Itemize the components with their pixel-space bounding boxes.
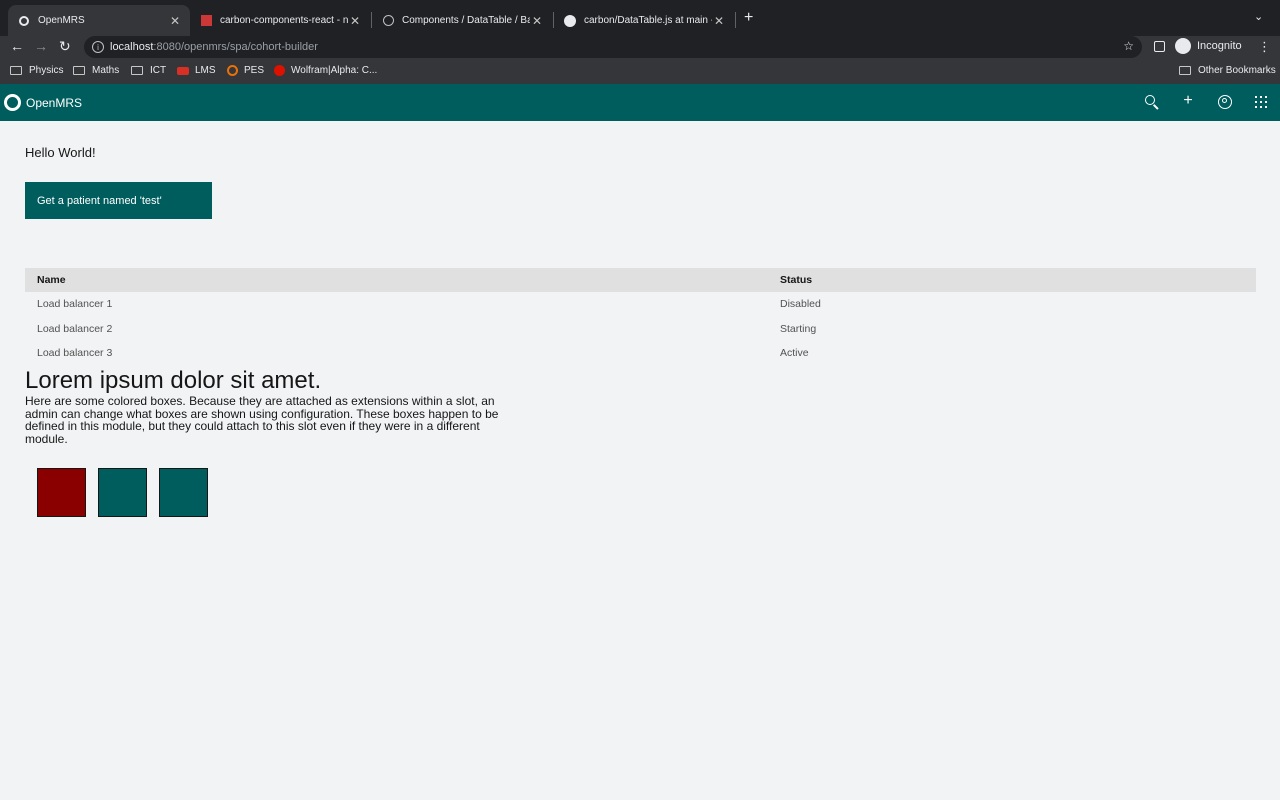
bookmark-physics[interactable]: Physics (10, 65, 63, 76)
lms-favicon-icon (177, 66, 189, 75)
tab-title: OpenMRS (38, 15, 85, 26)
incognito-profile-button[interactable]: Incognito (1175, 38, 1242, 54)
colored-box-teal (98, 468, 147, 517)
cell-status: Starting (780, 322, 817, 335)
github-favicon-icon (564, 14, 576, 27)
bookmark-label: Wolfram|Alpha: C... (291, 65, 378, 76)
search-icon[interactable] (1144, 94, 1160, 110)
pes-favicon-icon (227, 65, 238, 76)
table-row[interactable]: Load balancer 2 Starting (25, 317, 1256, 342)
bookmark-star-icon[interactable]: ☆ (1123, 39, 1134, 53)
bookmark-label: Maths (92, 65, 120, 76)
colored-box-red (37, 468, 86, 517)
folder-icon (73, 66, 85, 75)
folder-icon (1179, 66, 1191, 75)
table-row[interactable]: Load balancer 3 Active (25, 341, 1256, 366)
user-avatar-icon[interactable] (1217, 94, 1233, 110)
cell-status: Active (780, 347, 809, 360)
bookmark-label: Other Bookmarks (1198, 65, 1276, 76)
cell-name: Load balancer 1 (37, 298, 113, 311)
npm-favicon-icon (200, 15, 212, 27)
openmrs-favicon-icon (18, 15, 30, 27)
side-panel-icon[interactable] (1154, 41, 1165, 52)
close-icon[interactable]: ✕ (712, 14, 726, 28)
app-switcher-grid-icon[interactable] (1253, 94, 1269, 110)
address-bar[interactable]: i localhost:8080/openmrs/spa/cohort-buil… (84, 36, 1142, 58)
globe-favicon-icon (382, 15, 394, 27)
site-info-icon[interactable]: i (92, 41, 104, 53)
section-heading: Lorem ipsum dolor sit amet. (25, 367, 322, 394)
back-arrow-icon[interactable]: ← (10, 38, 24, 54)
profile-label: Incognito (1197, 40, 1242, 52)
bookmark-label: PES (244, 65, 265, 76)
browser-tab-strip: OpenMRS ✕ carbon-components-react - npm … (0, 0, 1280, 36)
bookmark-ict[interactable]: ICT (131, 65, 166, 76)
openmrs-logo[interactable]: OpenMRS (4, 94, 82, 111)
reload-icon[interactable]: ↻ (59, 38, 71, 55)
data-table: Name Status Load balancer 1 Disabled Loa… (25, 268, 1256, 366)
folder-icon (10, 66, 22, 75)
browser-menu-icon[interactable]: ⋮ (1258, 39, 1271, 55)
folder-icon (131, 66, 143, 75)
bookmarks-bar: Physics Maths ICT LMS PES Wolfram|Alpha:… (0, 60, 1280, 84)
column-header-status[interactable]: Status (768, 268, 1256, 292)
tab-divider (735, 12, 736, 28)
column-header-name[interactable]: Name (25, 268, 768, 292)
browser-toolbar: ← → ↻ i localhost:8080/openmrs/spa/cohor… (0, 36, 1280, 60)
close-icon[interactable]: ✕ (530, 14, 544, 28)
close-icon[interactable]: ✕ (168, 14, 182, 28)
forward-arrow-icon[interactable]: → (34, 38, 48, 54)
tab-title: carbon/DataTable.js at main - c (584, 15, 712, 26)
bookmark-pes[interactable]: PES (227, 65, 264, 76)
bookmark-label: LMS (195, 65, 216, 76)
close-icon[interactable]: ✕ (348, 14, 362, 28)
cell-status: Disabled (780, 298, 821, 311)
section-description: Here are some colored boxes. Because the… (25, 394, 499, 446)
cell-name: Load balancer 2 (37, 322, 113, 335)
bookmark-lms[interactable]: LMS (177, 65, 216, 76)
url-path: :8080/openmrs/spa/cohort-builder (153, 41, 318, 53)
app-header: OpenMRS + (0, 84, 1280, 121)
add-icon[interactable]: + (1180, 92, 1196, 109)
tab-title: Components / DataTable / Basic (402, 15, 530, 26)
colored-box-teal (159, 468, 208, 517)
bookmark-label: Physics (29, 65, 64, 76)
bookmark-label: ICT (150, 65, 167, 76)
bookmark-maths[interactable]: Maths (73, 65, 119, 76)
wolfram-favicon-icon (274, 65, 285, 76)
other-bookmarks[interactable]: Other Bookmarks (1179, 65, 1276, 76)
table-row[interactable]: Load balancer 1 Disabled (25, 292, 1256, 317)
browser-tab-npm[interactable]: carbon-components-react - npm ✕ (190, 5, 370, 36)
incognito-icon (1175, 38, 1191, 54)
browser-tab-github[interactable]: carbon/DataTable.js at main - c ✕ (554, 5, 734, 36)
openmrs-logo-icon (4, 94, 21, 111)
tab-search-chevron-icon[interactable]: ⌄ (1254, 10, 1263, 23)
greeting-text: Hello World! (25, 145, 96, 160)
cell-name: Load balancer 3 (37, 347, 113, 360)
table-header-row: Name Status (25, 268, 1256, 292)
new-tab-plus-icon[interactable]: + (744, 9, 753, 27)
browser-tab-openmrs[interactable]: OpenMRS ✕ (8, 5, 190, 36)
tab-title: carbon-components-react - npm (220, 15, 348, 26)
url-host: localhost (110, 41, 154, 53)
app-name: OpenMRS (26, 95, 83, 110)
main-content: Hello World! Get a patient named 'test' … (0, 121, 1280, 800)
get-patient-button[interactable]: Get a patient named 'test' (25, 182, 212, 219)
bookmark-wolfram[interactable]: Wolfram|Alpha: C... (274, 65, 377, 76)
browser-tab-storybook[interactable]: Components / DataTable / Basic ✕ (372, 5, 552, 36)
